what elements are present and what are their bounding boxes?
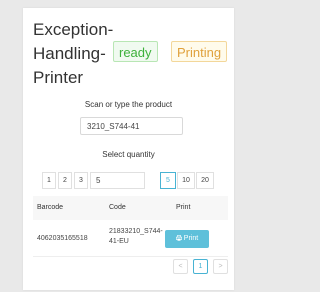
- printer-card: Exception- Handling- Printer ready Print…: [23, 8, 234, 290]
- column-header-barcode: Barcode: [37, 204, 64, 211]
- table-row: 4062035165518 21833210_S744- 41-EU Print: [33, 220, 228, 257]
- print-button[interactable]: Print: [165, 230, 209, 248]
- status-badge: ready: [113, 41, 158, 62]
- quantity-input[interactable]: [90, 172, 145, 189]
- quantity-button-1[interactable]: 1: [42, 172, 56, 189]
- printing-badge: Printing: [171, 41, 228, 62]
- product-input[interactable]: [80, 117, 183, 135]
- column-header-code: Code: [109, 204, 126, 211]
- pagination-prev-button[interactable]: <: [173, 259, 188, 274]
- title-line-1: Exception-: [33, 20, 114, 39]
- quantity-preset-10[interactable]: 10: [177, 172, 195, 189]
- table-header: Barcode Code Print: [33, 196, 228, 220]
- pagination-page-1[interactable]: 1: [193, 259, 208, 274]
- column-header-print: Print: [176, 204, 191, 211]
- print-button-label: Print: [183, 235, 199, 242]
- quantity-button-2[interactable]: 2: [58, 172, 72, 189]
- title-line-2: Handling-: [33, 44, 106, 63]
- quantity-preset-5[interactable]: 5: [160, 172, 176, 189]
- code-line-2: 41-EU: [109, 238, 129, 245]
- page-title: Exception- Handling- Printer: [33, 18, 113, 90]
- quantity-preset-20[interactable]: 20: [196, 172, 214, 189]
- scan-label: Scan or type the product: [84, 100, 173, 109]
- quantity-button-3[interactable]: 3: [74, 172, 88, 189]
- code-line-1: 21833210_S744-: [109, 228, 163, 235]
- title-line-3: Printer: [33, 68, 84, 87]
- quantity-label: Select quantity: [102, 150, 155, 159]
- barcode-cell: 4062035165518: [37, 235, 88, 242]
- code-cell: 21833210_S744- 41-EU: [109, 227, 163, 247]
- printer-icon: [175, 235, 182, 241]
- pagination-next-button[interactable]: >: [213, 259, 228, 274]
